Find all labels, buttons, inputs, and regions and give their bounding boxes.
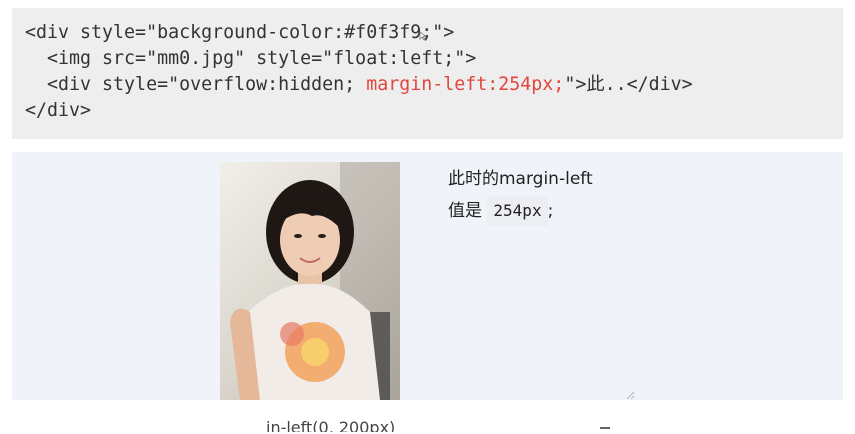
photo-illustration [230,162,400,400]
code-line-2: <img src="mm0.jpg" style="float:left;"> [25,48,477,69]
demo-photo [220,162,400,400]
demo-text: 此时的margin-left 值是 254px; [448,164,593,228]
demo-line-2: 值是 254px; [448,196,593,228]
inline-code-value: 254px [487,196,548,226]
code-block: <div style="background-color:#f0f3f9;"> … [12,8,843,139]
code-line-4: </div> [25,100,92,121]
code-line-3-end: ">此..</div> [564,74,693,95]
mouse-cursor-icon [419,31,427,41]
code-line-3: <div style="overflow:hidden; margin-left… [25,72,831,98]
code-line-1: <div style="background-color:#f0f3f9;"> [25,22,455,43]
demo-line-2-suffix: ; [547,201,554,221]
demo-line-1: 此时的margin-left [448,169,593,189]
code-highlight: margin-left:254px; [366,74,565,95]
bottom-partial-mark [600,427,610,434]
code-line-3-start: <div style="overflow:hidden; [25,74,367,95]
resize-handle-icon[interactable] [625,390,635,400]
demo-container: 此时的margin-left 值是 254px; [12,152,843,400]
demo-line-2-prefix: 值是 [448,201,482,221]
bottom-partial-text: in-left(0, 200px) [266,420,396,432]
